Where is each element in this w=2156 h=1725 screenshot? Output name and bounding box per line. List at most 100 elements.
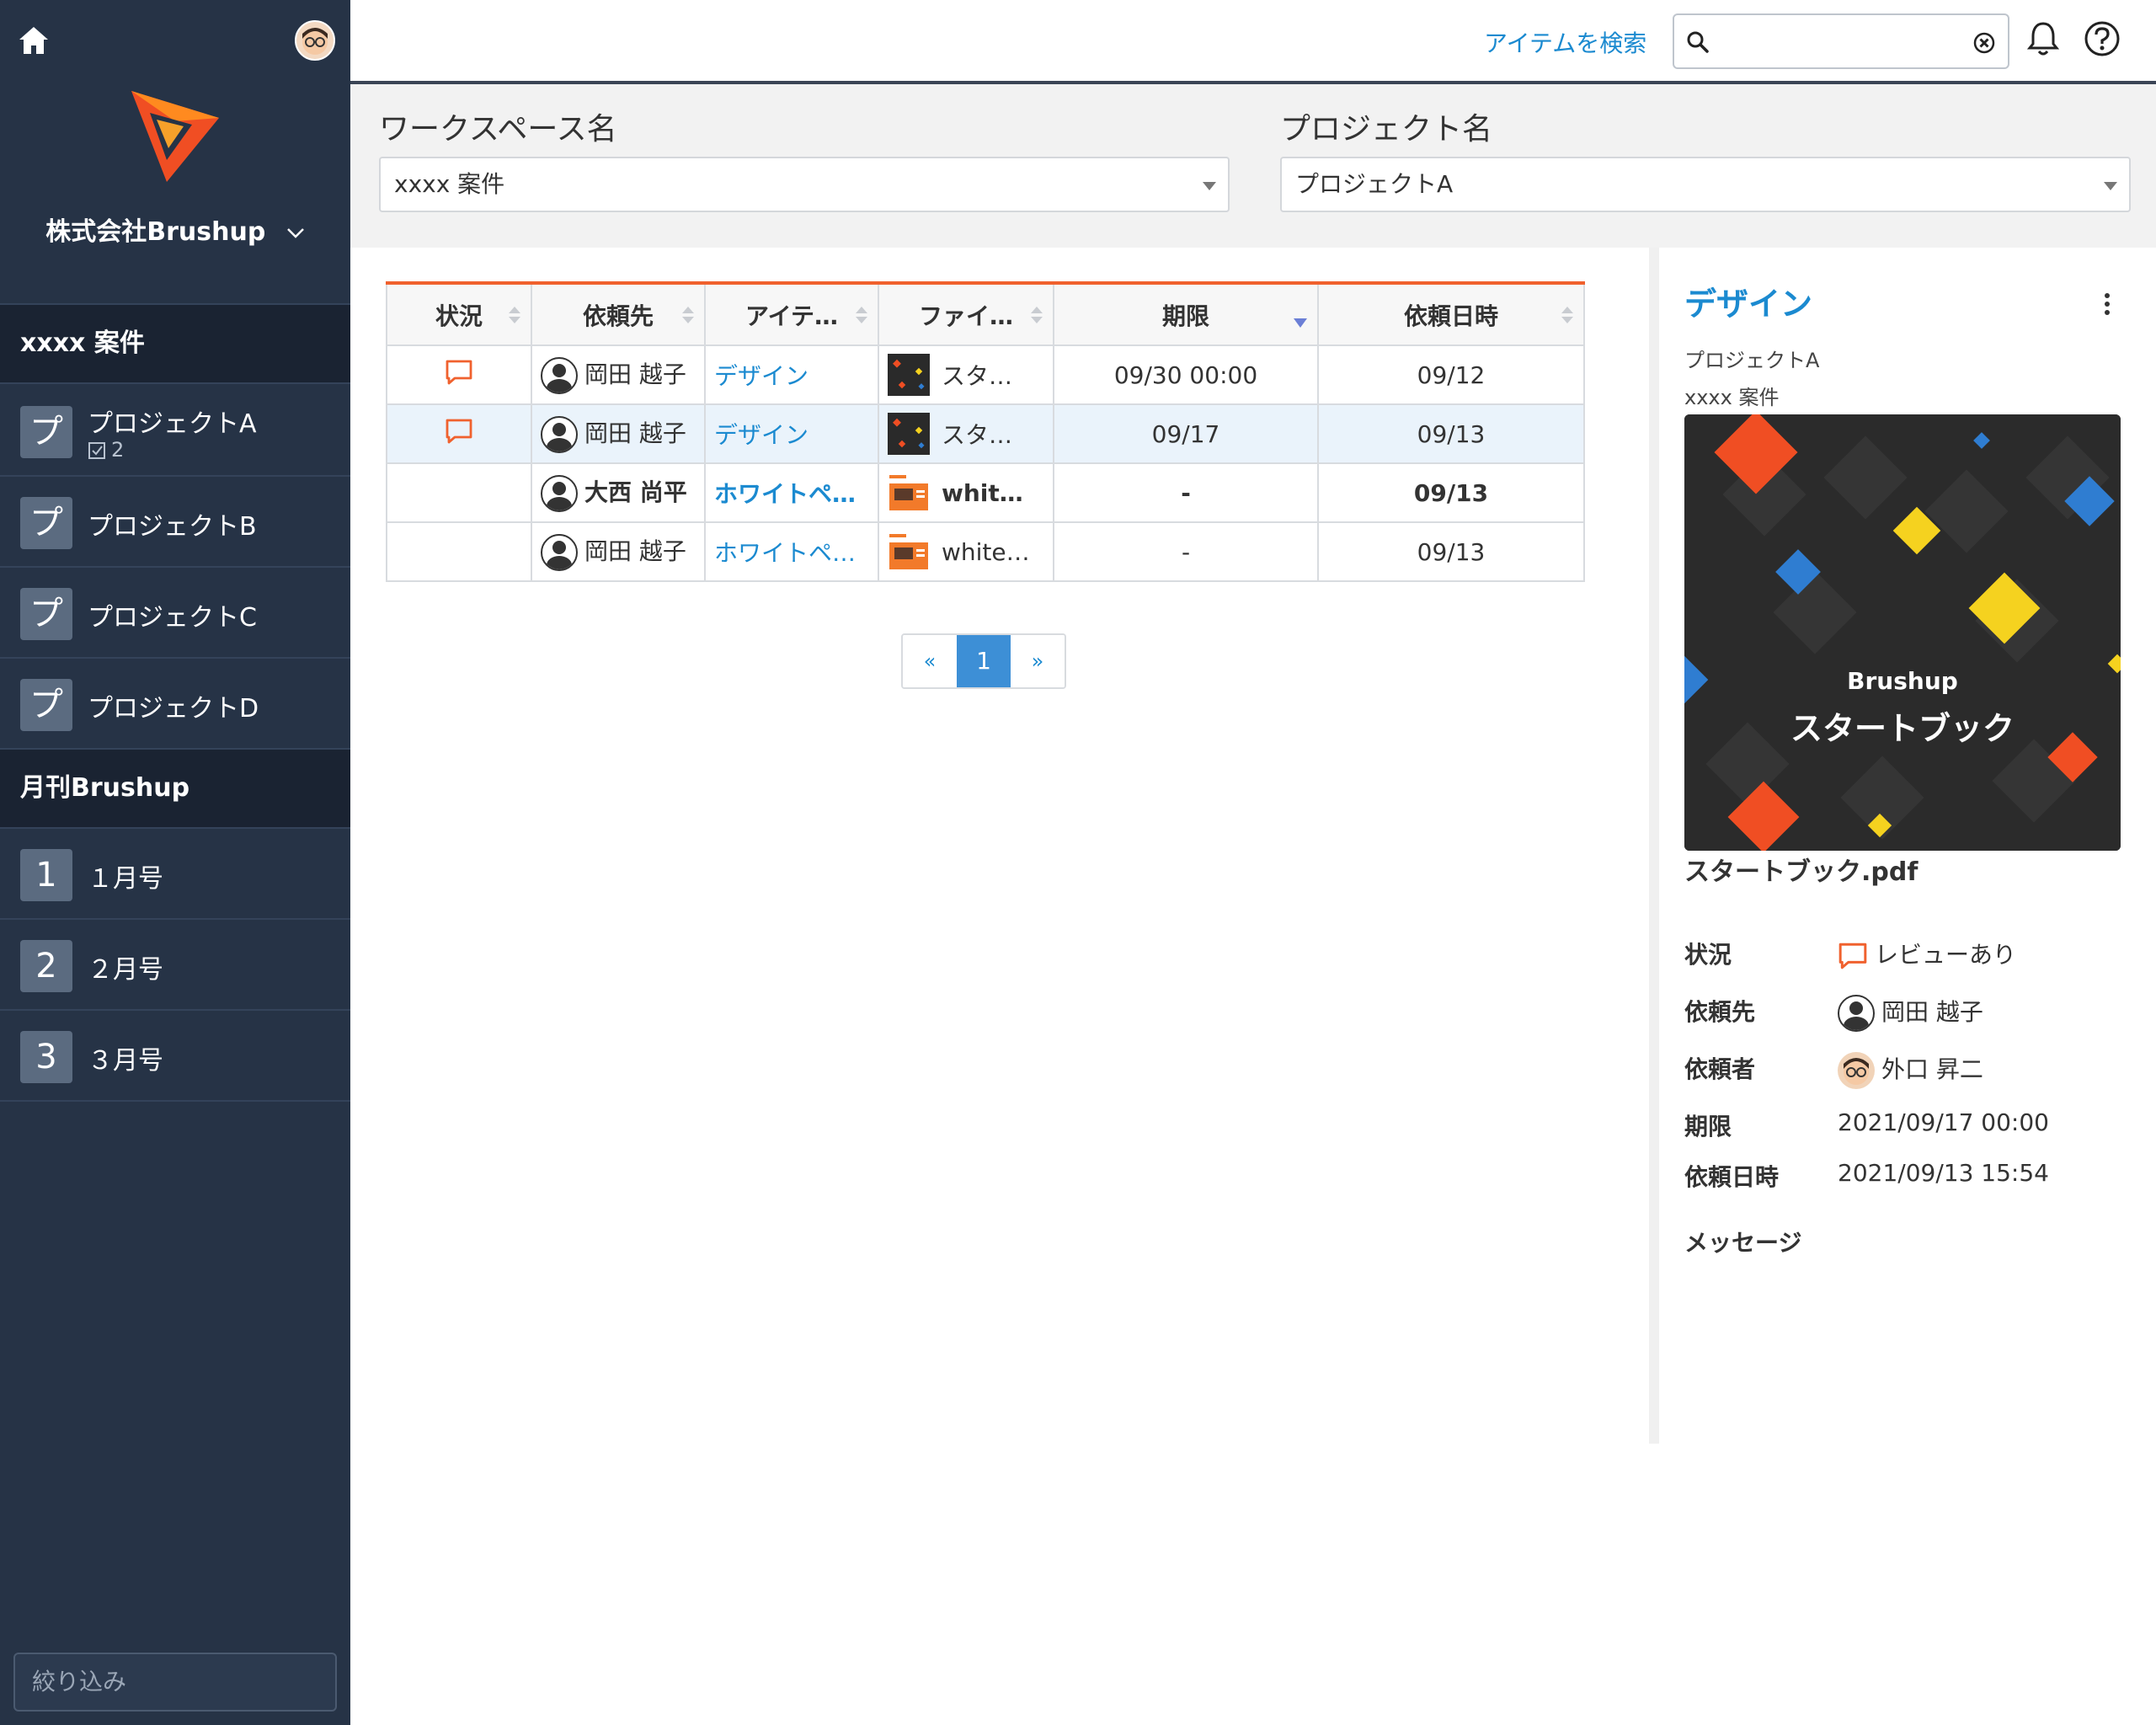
field-value: レビューあり [1838,937,2016,970]
search-box[interactable] [1673,13,2009,69]
status-cell [386,462,532,523]
col-header-file[interactable]: ファイ… [878,282,1054,346]
field-label: 期限 [1684,1113,1732,1140]
requested-cell: 09/12 [1317,344,1585,405]
assignee-cell: 大西 尚平 [531,462,706,523]
due-cell: - [1053,521,1319,582]
item-search-link[interactable]: アイテムを検索 [1484,25,1646,59]
home-icon[interactable] [17,24,51,57]
due-cell: 09/30 00:00 [1053,344,1319,405]
brushup-logo [131,91,219,182]
table-row[interactable]: 岡田 越子 ホワイトペ… white… - 09/13 [386,521,1585,582]
company-switcher[interactable]: 株式会社Brushup [0,211,350,248]
field-label: 依頼者 [1684,1055,1756,1083]
requested-cell: 09/13 [1317,462,1585,523]
field-label: 依頼日時 [1684,1163,1780,1191]
file-thumbnail[interactable] [888,354,930,396]
project-select[interactable]: プロジェクトA [1280,157,2131,212]
status-cell [386,521,532,582]
preview-pattern [1684,414,2121,851]
clear-search-icon[interactable] [1972,31,1996,55]
sidebar-item-label: ３月号 [88,1046,163,1076]
filter-strip: ワークスペース名 xxxx 案件 プロジェクト名 プロジェクトA [350,84,2156,248]
preview-brand: Brushup [1847,667,1958,695]
top-bar: アイテムを検索 [350,0,2156,84]
due-cell: 09/17 [1053,403,1319,464]
item-cell: ホワイトペ… [704,462,879,523]
table-row[interactable]: 大西 尚平 ホワイトペ… white… - 09/13 [386,462,1585,523]
item-cell: ホワイトペ… [704,521,879,582]
sidebar-item-project-b[interactable]: プ プロジェクトB [0,477,350,568]
file-cell: スター… [878,403,1054,464]
workspace-header-monthly[interactable]: 月刊Brushup [0,748,350,829]
sidebar-filter-input[interactable]: 絞り込み [13,1653,337,1712]
help-icon[interactable] [2084,20,2121,57]
task-count-badge: 2 [88,438,124,462]
requested-cell: 09/13 [1317,521,1585,582]
sidebar-item-project-c[interactable]: プ プロジェクトC [0,568,350,659]
col-header-item[interactable]: アイテ… [704,282,879,346]
sidebar-item-label: プロジェクトA [88,409,257,439]
requested-cell: 09/13 [1317,403,1585,464]
search-icon [1687,31,1709,53]
file-thumbnail[interactable] [888,413,930,455]
review-comment-icon [446,360,472,384]
item-link[interactable]: デザイン [714,421,808,449]
user-icon [541,415,578,453]
sidebar-item-project-d[interactable]: プ プロジェクトD [0,659,350,750]
due-cell: - [1053,462,1319,523]
workspace-header-xxxx[interactable]: xxxx 案件 [0,303,350,384]
detail-title: デザイン [1684,286,1813,323]
chevron-down-icon [286,227,304,238]
file-thumbnail[interactable] [888,531,930,573]
assignee-cell: 岡田 越子 [531,403,706,464]
project-tile-icon: 2 [20,940,72,992]
preview-title: スタートブック [1790,710,2015,747]
search-input[interactable] [1720,24,1964,61]
panel-divider[interactable] [1649,248,1659,1444]
detail-project: プロジェクトA [1684,349,1820,372]
field-value: 2021/09/13 15:54 [1838,1159,2049,1187]
col-header-assignee[interactable]: 依頼先 [531,282,706,346]
next-page-button[interactable]: » [1011,635,1065,687]
project-label: プロジェクト名 [1280,112,1493,147]
dropdown-caret-icon [1203,182,1216,190]
table-row-selected[interactable]: 岡田 越子 デザイン スター… 09/17 09/13 [386,403,1585,464]
item-link[interactable]: デザイン [714,362,808,390]
col-header-status[interactable]: 状況 [386,282,532,346]
page-1-button[interactable]: 1 [957,635,1011,687]
project-tile-icon: 1 [20,849,72,901]
prev-page-button[interactable]: « [903,635,957,687]
item-link[interactable]: ホワイトペ… [714,539,856,567]
sidebar-item-issue-1[interactable]: 1 １月号 [0,829,350,920]
sort-icon [509,307,520,325]
review-comment-icon [446,419,472,443]
item-link[interactable]: ホワイトペ… [714,480,856,508]
col-header-due[interactable]: 期限 [1053,282,1319,346]
company-name: 株式会社Brushup [45,217,266,247]
project-tile-icon: プ [20,679,72,731]
file-thumbnail[interactable] [888,472,930,514]
sidebar-item-issue-2[interactable]: 2 ２月号 [0,920,350,1011]
workspace-select[interactable]: xxxx 案件 [379,157,1230,212]
sidebar-item-project-a[interactable]: プ プロジェクトA 2 [0,386,350,477]
bell-icon[interactable] [2026,20,2060,57]
sidebar-item-label: プロジェクトD [88,694,259,724]
message-heading: メッセージ [1684,1229,1802,1257]
file-name[interactable]: スタートブック.pdf [1684,851,1918,888]
sidebar-item-label: プロジェクトB [88,512,257,542]
sort-icon [1561,307,1573,325]
requester-avatar [1838,1052,1875,1089]
status-cell [386,403,532,464]
sidebar-item-issue-3[interactable]: 3 ３月号 [0,1011,350,1102]
item-cell: デザイン [704,403,879,464]
table-row[interactable]: 岡田 越子 デザイン スター… 09/30 00:00 09/12 [386,344,1585,405]
col-header-requested[interactable]: 依頼日時 [1317,282,1585,346]
sort-desc-icon [1294,318,1307,328]
field-label: 依頼先 [1684,998,1756,1026]
file-preview[interactable]: Brushup スタートブック [1684,414,2121,851]
project-tile-icon: プ [20,588,72,640]
file-cell: white… [878,521,1054,582]
user-avatar[interactable] [295,20,335,61]
more-options-icon[interactable] [2102,291,2112,317]
